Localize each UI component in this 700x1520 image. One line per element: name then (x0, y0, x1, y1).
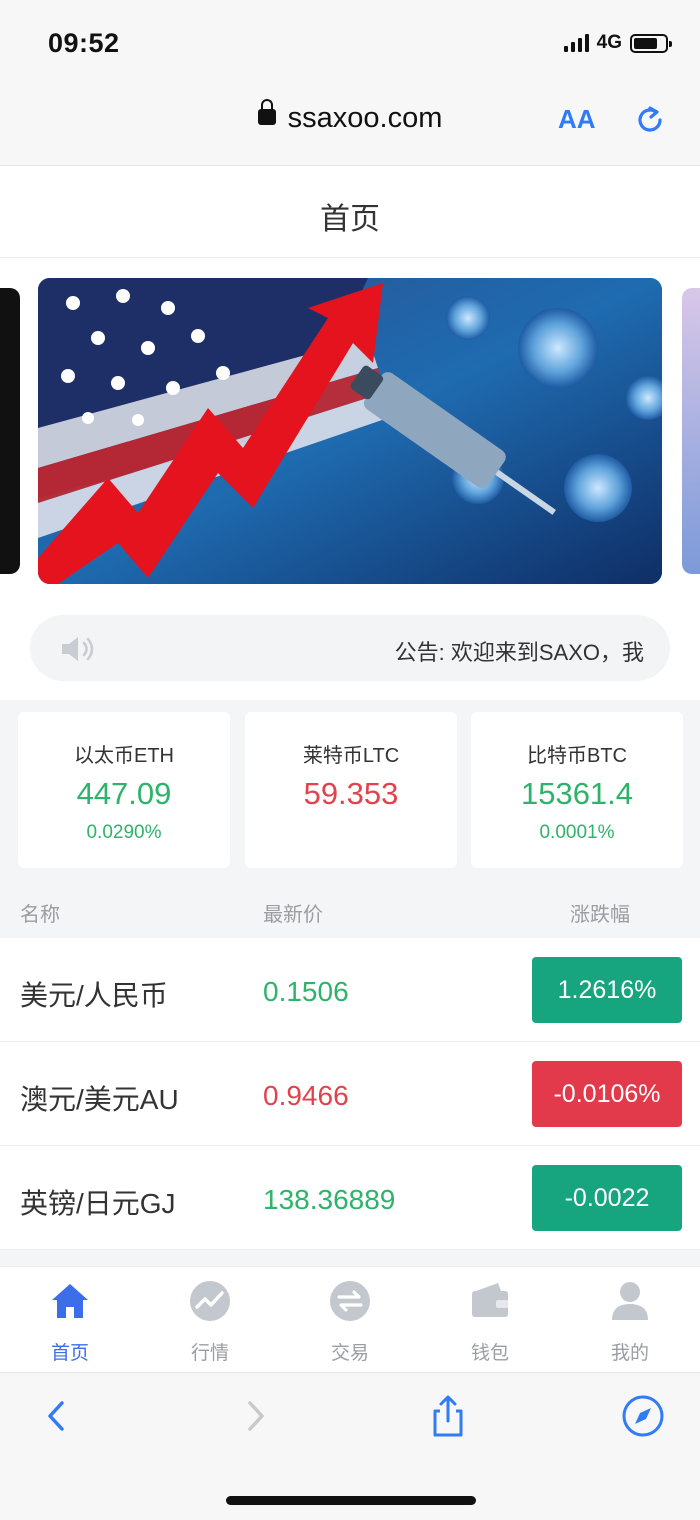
announcement-bar[interactable]: 公告: 欢迎来到SAXO，我 (30, 615, 670, 681)
speaker-icon (62, 637, 94, 661)
exchange-icon (330, 1281, 370, 1321)
ticker-name: 莱特币LTC (302, 745, 400, 767)
bottom-tab-bar: 首页 行情 交易 钱包 我的 (0, 1266, 700, 1372)
ticker-name: 比特币BTC (527, 745, 627, 767)
pair-price: 0.1506 (263, 976, 349, 1007)
lock-icon (257, 99, 276, 126)
tab-label: 钱包 (470, 1343, 509, 1364)
market-trend-icon (190, 1281, 230, 1321)
ticker-cards: 以太币ETH 447.09 0.0290% 莱特币LTC 59.353 比特币B… (0, 700, 700, 880)
pair-price: 138.36889 (263, 1184, 396, 1215)
ticker-card-ltc[interactable]: 莱特币LTC 59.353 (245, 712, 457, 868)
tab-label: 首页 (50, 1343, 89, 1364)
ticker-price: 59.353 (303, 776, 399, 811)
signal-icon (563, 34, 589, 52)
wallet-icon (472, 1283, 508, 1317)
banner-slide-next[interactable] (682, 288, 700, 574)
pair-name: 美元/人民币 (20, 980, 168, 1011)
notice-section: 公告: 欢迎来到SAXO，我 (0, 603, 700, 700)
page-header: 首页 (0, 166, 700, 258)
url-text: ssaxoo.com (287, 102, 443, 134)
back-icon[interactable] (34, 1393, 80, 1439)
home-icon (52, 1284, 88, 1318)
change-badge[interactable]: -0.0106% (532, 1061, 682, 1127)
network-label: 4G (596, 32, 622, 53)
ticker-change: 0.0290% (86, 822, 162, 843)
ticker-card-btc[interactable]: 比特币BTC 15361.4 0.0001% (471, 712, 683, 868)
tab-market[interactable]: 行情 (170, 1279, 250, 1365)
ticker-price: 15361.4 (520, 776, 634, 811)
reload-icon[interactable] (632, 102, 668, 138)
tab-trade[interactable]: 交易 (310, 1279, 390, 1365)
tab-label: 我的 (610, 1343, 649, 1364)
text-size-button[interactable]: AA (558, 104, 596, 135)
change-badge[interactable]: 1.2616% (532, 957, 682, 1023)
pair-name: 澳元/美元AU (20, 1084, 179, 1115)
column-header-price: 最新价 (263, 904, 323, 926)
announcement-text: 公告: 欢迎来到SAXO，我 (394, 640, 644, 665)
status-time: 09:52 (48, 28, 120, 58)
ticker-change: 0.0001% (539, 822, 615, 843)
banner-slide-previous[interactable] (0, 288, 20, 574)
banner-carousel[interactable] (0, 258, 700, 603)
status-bar: 09:52 4G (0, 0, 700, 80)
share-icon[interactable] (425, 1393, 471, 1439)
pair-price: 0.9466 (263, 1080, 349, 1111)
tab-label: 交易 (330, 1343, 369, 1364)
tab-wallet[interactable]: 钱包 (450, 1279, 530, 1365)
page-title: 首页 (320, 203, 380, 236)
column-header-name: 名称 (20, 904, 60, 926)
tab-home[interactable]: 首页 (30, 1279, 110, 1365)
table-row[interactable]: 美元/人民币 0.1506 1.2616% (0, 938, 700, 1042)
battery-icon (630, 33, 672, 53)
column-header-change: 涨跌幅 (570, 904, 630, 926)
ticker-price: 447.09 (76, 776, 172, 811)
table-row[interactable]: 英镑/日元GJ 138.36889 -0.0022 (0, 1146, 700, 1250)
ticker-card-eth[interactable]: 以太币ETH 447.09 0.0290% (18, 712, 230, 868)
tab-profile[interactable]: 我的 (590, 1279, 670, 1365)
ticker-name: 以太币ETH (74, 745, 174, 767)
tab-label: 行情 (190, 1343, 229, 1364)
market-table-header: 名称 最新价 涨跌幅 (0, 880, 700, 938)
pair-name: 英镑/日元GJ (20, 1188, 176, 1219)
text-size-label: AA (558, 104, 596, 134)
status-indicators: 4G (563, 32, 672, 54)
banner-slide[interactable] (38, 278, 662, 584)
change-badge[interactable]: -0.0022 (532, 1165, 682, 1231)
user-icon (612, 1282, 648, 1320)
forward-icon[interactable] (232, 1393, 278, 1439)
compass-icon[interactable] (620, 1393, 666, 1439)
address-bar[interactable]: ssaxoo.com AA (0, 80, 700, 166)
banner-image (38, 278, 662, 584)
home-indicator[interactable] (226, 1496, 476, 1505)
table-row[interactable]: 澳元/美元AU 0.9466 -0.0106% (0, 1042, 700, 1146)
